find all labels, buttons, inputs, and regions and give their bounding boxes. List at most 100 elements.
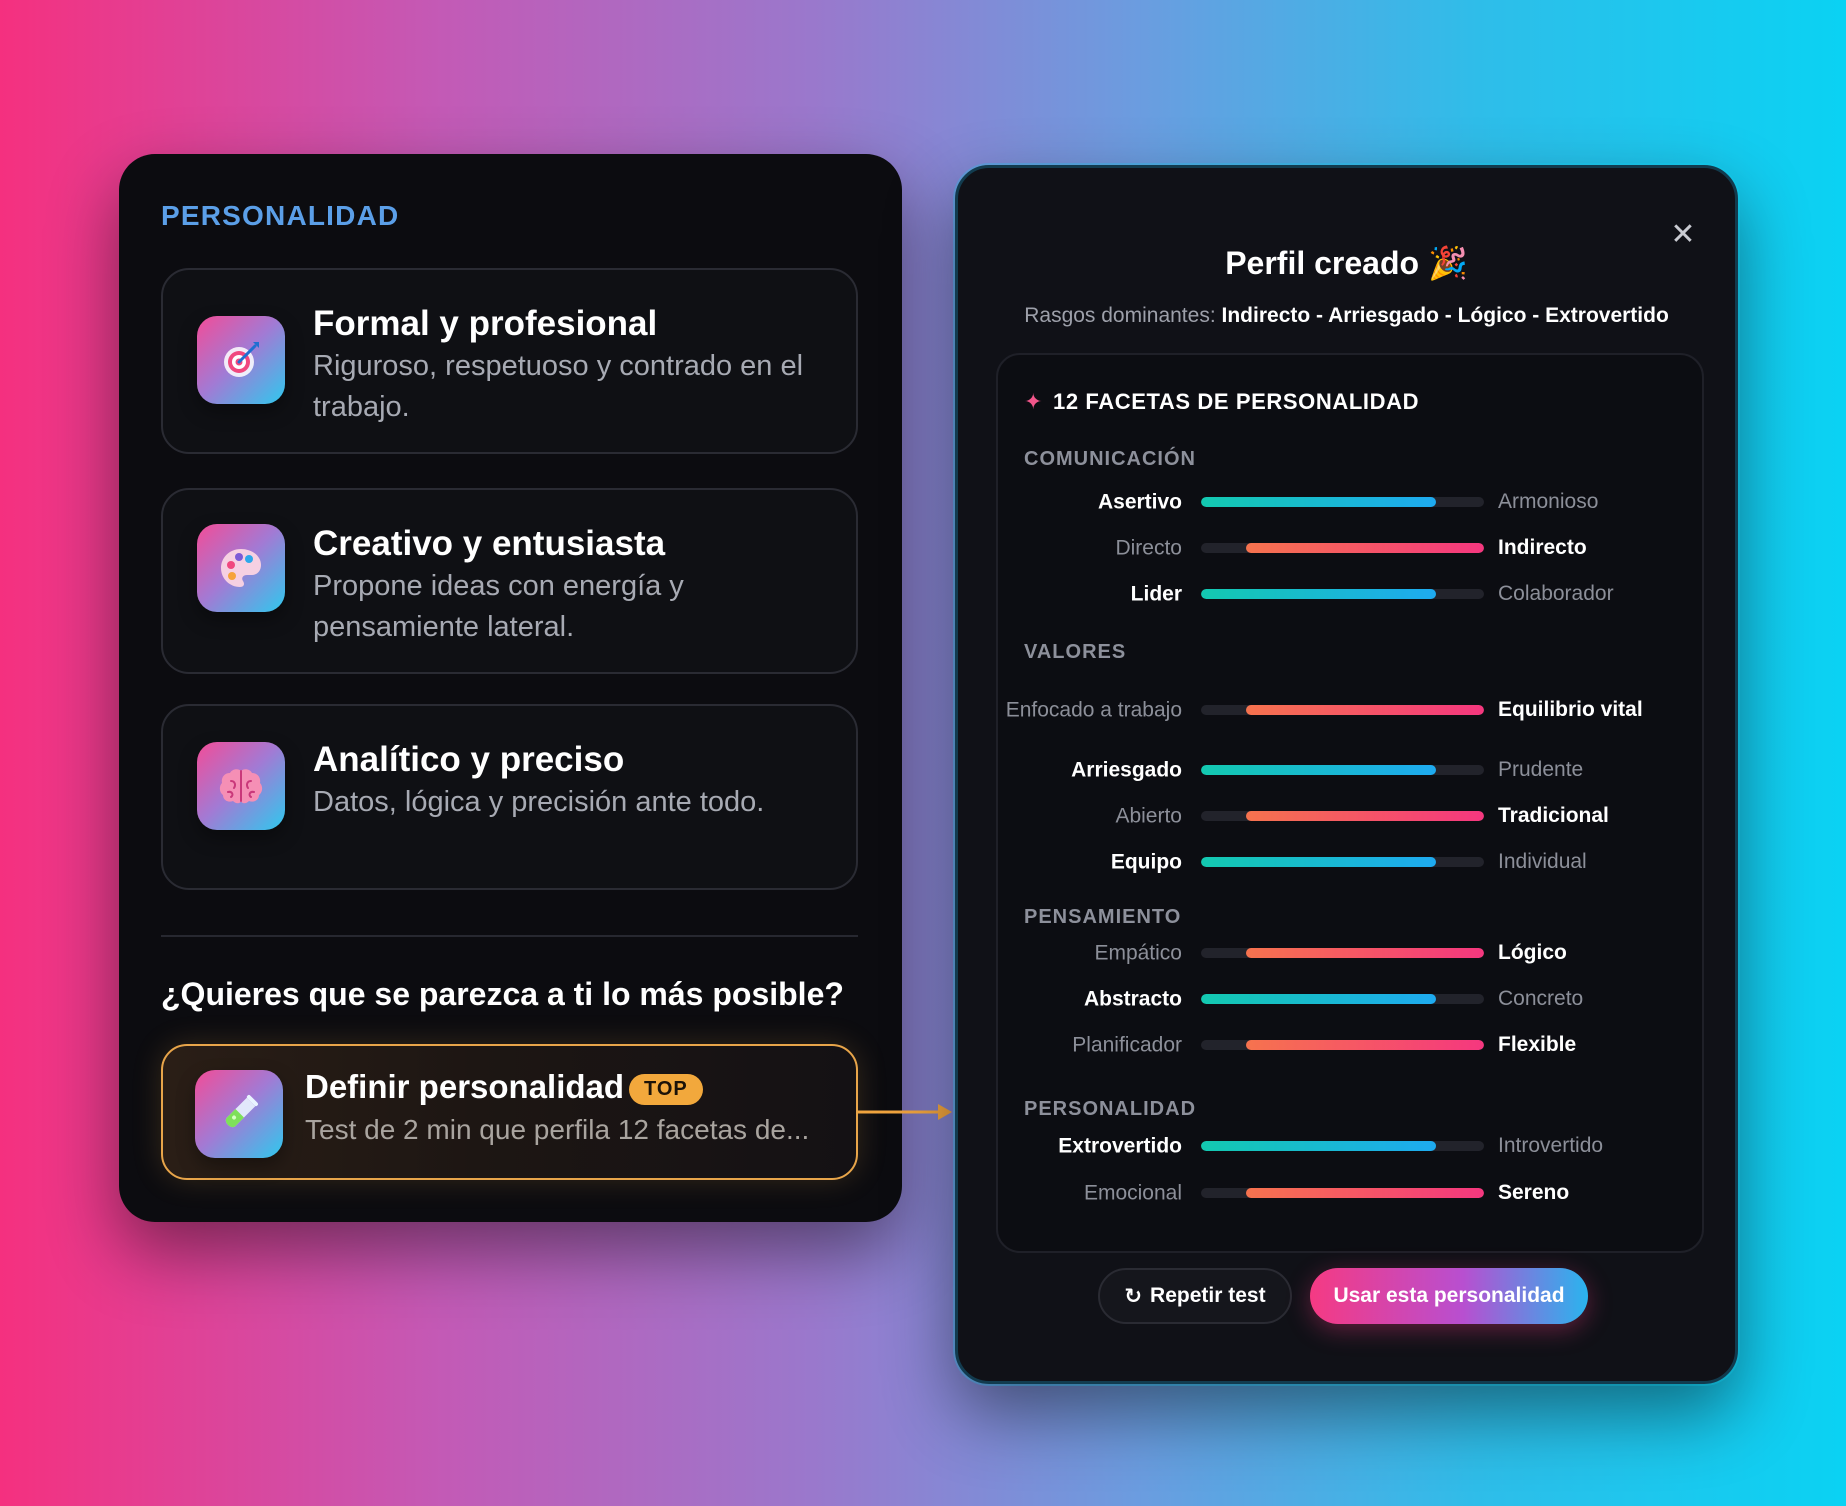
facet-right-label: Introvertido bbox=[1498, 1134, 1604, 1157]
facet-row: Abierto Tradicional bbox=[998, 796, 1702, 836]
facet-row: Asertivo Armonioso bbox=[998, 482, 1702, 522]
facet-bar-fill bbox=[1201, 589, 1436, 599]
test-tube-icon bbox=[195, 1070, 283, 1158]
facet-left-label: Empático bbox=[1094, 941, 1182, 965]
facet-right-label: Lógico bbox=[1498, 941, 1567, 964]
facet-group-label: PERSONALIDAD bbox=[1024, 1098, 1197, 1120]
facets-title: 12 FACETAS DE PERSONALIDAD bbox=[1053, 389, 1420, 414]
option-description: Riguroso, respetuoso y contrado en el tr… bbox=[313, 350, 804, 423]
refresh-icon: ↻ bbox=[1124, 1284, 1143, 1308]
option-title: Creativo y entusiasta bbox=[313, 524, 666, 563]
top-badge: TOP bbox=[629, 1074, 703, 1105]
dominant-traits: Rasgos dominantes: Indirecto - Arriesgad… bbox=[958, 304, 1735, 328]
sparkle-icon: ✦ bbox=[1024, 389, 1044, 414]
facet-bar bbox=[1201, 497, 1484, 507]
facet-bar bbox=[1201, 543, 1484, 553]
facet-bar bbox=[1201, 1040, 1484, 1050]
facet-bar bbox=[1201, 1188, 1484, 1198]
option-description: Propone ideas con energía y pensamiente … bbox=[313, 570, 684, 643]
facet-group-label: COMUNICACIÓN bbox=[1024, 448, 1196, 470]
facet-left-label: Equipo bbox=[1110, 850, 1182, 874]
facet-bar-fill bbox=[1201, 765, 1436, 775]
facet-left-label: Emocional bbox=[1083, 1181, 1182, 1205]
facet-left-label: Abierto bbox=[1115, 804, 1182, 828]
cta-question: ¿Quieres que se parezca a ti lo más posi… bbox=[161, 976, 844, 1012]
facet-left-label: Asertivo bbox=[1097, 490, 1182, 514]
option-card-analytical[interactable]: Analítico y preciso Datos, lógica y prec… bbox=[161, 704, 858, 890]
facet-row: Equipo Individual bbox=[998, 842, 1702, 882]
facet-bar-fill bbox=[1246, 1188, 1484, 1198]
facet-right-label: Flexible bbox=[1498, 1033, 1577, 1056]
facet-row: Emocional Sereno bbox=[998, 1173, 1702, 1213]
dominant-traits-values: Indirecto - Arriesgado - Lógico - Extrov… bbox=[1221, 304, 1669, 327]
facet-right-label: Concreto bbox=[1498, 987, 1584, 1010]
facet-left-label: Planificador bbox=[1072, 1033, 1182, 1057]
facet-row: Extrovertido Introvertido bbox=[998, 1126, 1702, 1166]
section-title: PERSONALIDAD bbox=[161, 200, 400, 231]
option-card-formal[interactable]: Formal y profesional Riguroso, respetuos… bbox=[161, 268, 858, 454]
facet-right-label: Tradicional bbox=[1498, 804, 1609, 827]
target-icon bbox=[197, 316, 285, 404]
dominant-traits-label: Rasgos dominantes: bbox=[1024, 304, 1216, 327]
facet-left-label: Enfocado a trabajo bbox=[1005, 698, 1182, 722]
personality-selector-panel: PERSONALIDAD Formal y profesional Riguro… bbox=[119, 154, 902, 1222]
option-card-creative[interactable]: Creativo y entusiasta Propone ideas con … bbox=[161, 488, 858, 674]
facet-bar-fill bbox=[1246, 705, 1484, 715]
use-personality-button[interactable]: Usar esta personalidad bbox=[1310, 1268, 1588, 1324]
facet-row: Enfocado a trabajo Equilibrio vital bbox=[998, 690, 1702, 730]
profile-title: Perfil creado 🎉 bbox=[1225, 245, 1468, 281]
facet-left-label: Arriesgado bbox=[1071, 758, 1182, 782]
facets-box: ✦ 12 FACETAS DE PERSONALIDAD COMUNICACIÓN… bbox=[996, 353, 1704, 1253]
facet-right-label: Prudente bbox=[1498, 758, 1584, 781]
facet-right-label: Armonioso bbox=[1498, 490, 1599, 513]
facet-bar-fill bbox=[1201, 497, 1436, 507]
brain-icon bbox=[197, 742, 285, 830]
use-personality-label: Usar esta personalidad bbox=[1333, 1284, 1565, 1307]
facet-left-label: Directo bbox=[1115, 536, 1182, 560]
facet-bar-fill bbox=[1246, 811, 1484, 821]
facet-row: Arriesgado Prudente bbox=[998, 750, 1702, 790]
facet-bar bbox=[1201, 1141, 1484, 1151]
facet-group-label: PENSAMIENTO bbox=[1024, 906, 1182, 928]
facet-bar bbox=[1201, 705, 1484, 715]
facet-bar-fill bbox=[1201, 1141, 1436, 1151]
facet-bar-fill bbox=[1246, 1040, 1484, 1050]
facet-right-label: Equilibrio vital bbox=[1498, 698, 1643, 721]
option-title: Analítico y preciso bbox=[313, 740, 625, 779]
facet-right-label: Indirecto bbox=[1498, 536, 1587, 559]
facet-bar bbox=[1201, 994, 1484, 1004]
facet-row: Empático Lógico bbox=[998, 933, 1702, 973]
connector-arrow-icon bbox=[858, 1104, 952, 1120]
option-description: Datos, lógica y precisión ante todo. bbox=[313, 786, 765, 818]
facet-left-label: Extrovertido bbox=[1058, 1134, 1182, 1158]
profile-result-modal: ✕ Perfil creado 🎉 Rasgos dominantes: Ind… bbox=[955, 165, 1738, 1384]
repeat-test-button[interactable]: ↻ Repetir test bbox=[1098, 1268, 1292, 1324]
repeat-test-label: Repetir test bbox=[1150, 1284, 1266, 1307]
facet-bar bbox=[1201, 811, 1484, 821]
facet-row: Abstracto Concreto bbox=[998, 979, 1702, 1019]
facet-right-label: Colaborador bbox=[1498, 582, 1614, 605]
option-title: Formal y profesional bbox=[313, 304, 658, 343]
facet-bar bbox=[1201, 948, 1484, 958]
define-personality-description: Test de 2 min que perfila 12 facetas de.… bbox=[305, 1114, 810, 1145]
facet-group-label: VALORES bbox=[1024, 641, 1127, 663]
facet-bar-fill bbox=[1201, 857, 1436, 867]
facet-bar bbox=[1201, 589, 1484, 599]
facet-right-label: Individual bbox=[1498, 850, 1587, 873]
facet-right-label: Sereno bbox=[1498, 1181, 1570, 1204]
define-personality-card[interactable]: Definir personalidad TOP Test de 2 min q… bbox=[161, 1044, 858, 1180]
define-personality-title: Definir personalidad bbox=[305, 1068, 625, 1105]
facet-bar-fill bbox=[1246, 948, 1484, 958]
facets-header: ✦ 12 FACETAS DE PERSONALIDAD bbox=[1024, 389, 1419, 415]
facet-bar bbox=[1201, 765, 1484, 775]
facet-row: Directo Indirecto bbox=[998, 528, 1702, 568]
facet-bar-fill bbox=[1201, 994, 1436, 1004]
facet-row: Planificador Flexible bbox=[998, 1025, 1702, 1065]
facet-left-label: Abstracto bbox=[1083, 987, 1182, 1011]
divider bbox=[161, 935, 858, 937]
palette-icon bbox=[197, 524, 285, 612]
facet-row: Lider Colaborador bbox=[998, 574, 1702, 614]
facet-bar bbox=[1201, 857, 1484, 867]
facet-bar-fill bbox=[1246, 543, 1484, 553]
facet-left-label: Lider bbox=[1130, 582, 1182, 606]
